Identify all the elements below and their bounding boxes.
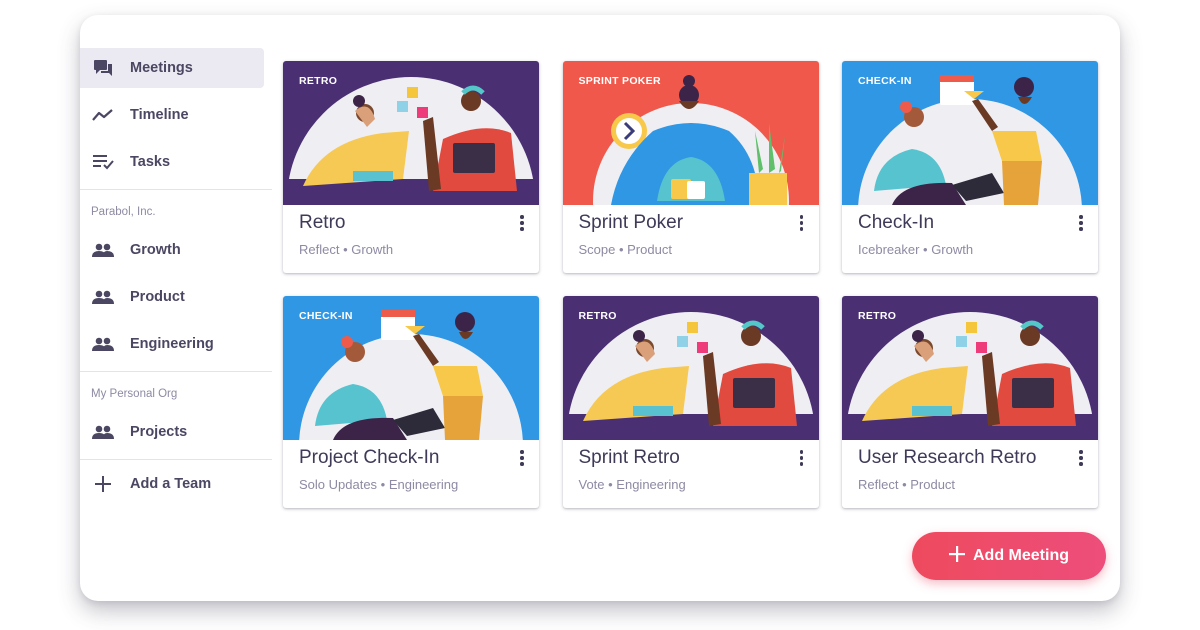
card-tag: SPRINT POKER bbox=[578, 75, 661, 87]
divider bbox=[80, 459, 272, 460]
more-vert-icon[interactable] bbox=[515, 448, 529, 468]
card-subtitle: Scope • Product bbox=[578, 242, 672, 257]
sidebar-item-label: Timeline bbox=[130, 107, 189, 123]
sidebar-item-label: Meetings bbox=[130, 60, 193, 76]
card-illustration: CHECK-IN bbox=[842, 61, 1098, 205]
card-illustration: RETRO bbox=[283, 61, 539, 205]
group-icon bbox=[92, 421, 114, 443]
card-illustration: RETRO bbox=[842, 296, 1098, 440]
card-illustration: RETRO bbox=[562, 296, 819, 440]
sidebar-item-growth[interactable]: Growth bbox=[80, 230, 264, 270]
sidebar-item-tasks[interactable]: Tasks bbox=[80, 142, 264, 182]
sidebar-item-label: Tasks bbox=[130, 154, 171, 170]
group-icon bbox=[92, 239, 114, 261]
card-title: User Research Retro bbox=[858, 447, 1037, 468]
add-meeting-label: Add Meeting bbox=[973, 547, 1069, 564]
card-title: Sprint Retro bbox=[578, 447, 680, 468]
card-tag: RETRO bbox=[299, 75, 338, 87]
org-name: My Personal Org bbox=[91, 388, 178, 400]
meeting-card[interactable]: RETRO Retro Reflect • Growth bbox=[283, 61, 539, 273]
card-title: Project Check-In bbox=[299, 447, 440, 468]
more-vert-icon[interactable] bbox=[1074, 213, 1088, 233]
card-tag: RETRO bbox=[578, 310, 617, 322]
plus-icon bbox=[949, 545, 965, 567]
sidebar-item-product[interactable]: Product bbox=[80, 277, 264, 317]
group-icon bbox=[92, 333, 114, 355]
more-vert-icon[interactable] bbox=[515, 213, 529, 233]
meeting-card[interactable]: CHECK-IN Check-In Icebreaker • Growth bbox=[842, 61, 1098, 273]
more-vert-icon[interactable] bbox=[795, 448, 809, 468]
divider bbox=[80, 371, 272, 372]
card-illustration: SPRINT POKER bbox=[562, 61, 819, 205]
card-title: Retro bbox=[299, 212, 346, 233]
card-subtitle: Reflect • Product bbox=[858, 477, 956, 492]
more-vert-icon[interactable] bbox=[795, 213, 809, 233]
card-tag: CHECK-IN bbox=[299, 310, 353, 322]
card-tag: RETRO bbox=[858, 310, 897, 322]
app-window: Meetings Timeline Tasks Parabol, Inc. Gr… bbox=[80, 15, 1120, 601]
sidebar: Meetings Timeline Tasks Parabol, Inc. Gr… bbox=[80, 48, 272, 511]
sidebar-item-timeline[interactable]: Timeline bbox=[80, 95, 264, 135]
card-subtitle: Vote • Engineering bbox=[578, 477, 686, 492]
card-subtitle: Reflect • Growth bbox=[299, 242, 394, 257]
card-subtitle: Solo Updates • Engineering bbox=[299, 477, 459, 492]
meeting-card[interactable]: RETRO Sprint Retro Vote • Engineering bbox=[562, 296, 819, 508]
sidebar-item-engineering[interactable]: Engineering bbox=[80, 324, 264, 364]
card-title: Check-In bbox=[858, 212, 935, 233]
timeline-icon bbox=[92, 104, 114, 126]
meeting-card[interactable]: RETRO User Research Retro Reflect • Produc… bbox=[842, 296, 1098, 508]
more-vert-icon[interactable] bbox=[1074, 448, 1088, 468]
sidebar-item-projects[interactable]: Projects bbox=[80, 412, 264, 452]
card-tag: CHECK-IN bbox=[858, 75, 912, 87]
add-team-button[interactable]: Add a Team bbox=[80, 464, 264, 504]
plus-icon bbox=[92, 473, 114, 495]
meeting-card[interactable]: SPRINT POKER Sprint Poker Scope • Product bbox=[562, 61, 819, 273]
sidebar-item-label: Growth bbox=[130, 242, 181, 258]
sidebar-item-meetings[interactable]: Meetings bbox=[80, 48, 264, 88]
org-name: Parabol, Inc. bbox=[91, 206, 156, 218]
tasks-icon bbox=[92, 151, 114, 173]
sidebar-item-label: Projects bbox=[130, 424, 188, 440]
divider bbox=[80, 189, 272, 190]
card-subtitle: Icebreaker • Growth bbox=[858, 242, 974, 257]
forum-icon bbox=[92, 57, 114, 79]
group-icon bbox=[92, 286, 114, 308]
card-title: Sprint Poker bbox=[578, 212, 684, 233]
meeting-card[interactable]: CHECK-IN Project Check-In Solo Updates • E… bbox=[283, 296, 539, 508]
add-team-label: Add a Team bbox=[130, 476, 212, 492]
add-meeting-button[interactable]: Add Meeting bbox=[912, 532, 1106, 580]
sidebar-item-label: Engineering bbox=[130, 336, 214, 352]
card-illustration: CHECK-IN bbox=[283, 296, 539, 440]
sidebar-item-label: Product bbox=[130, 289, 185, 305]
